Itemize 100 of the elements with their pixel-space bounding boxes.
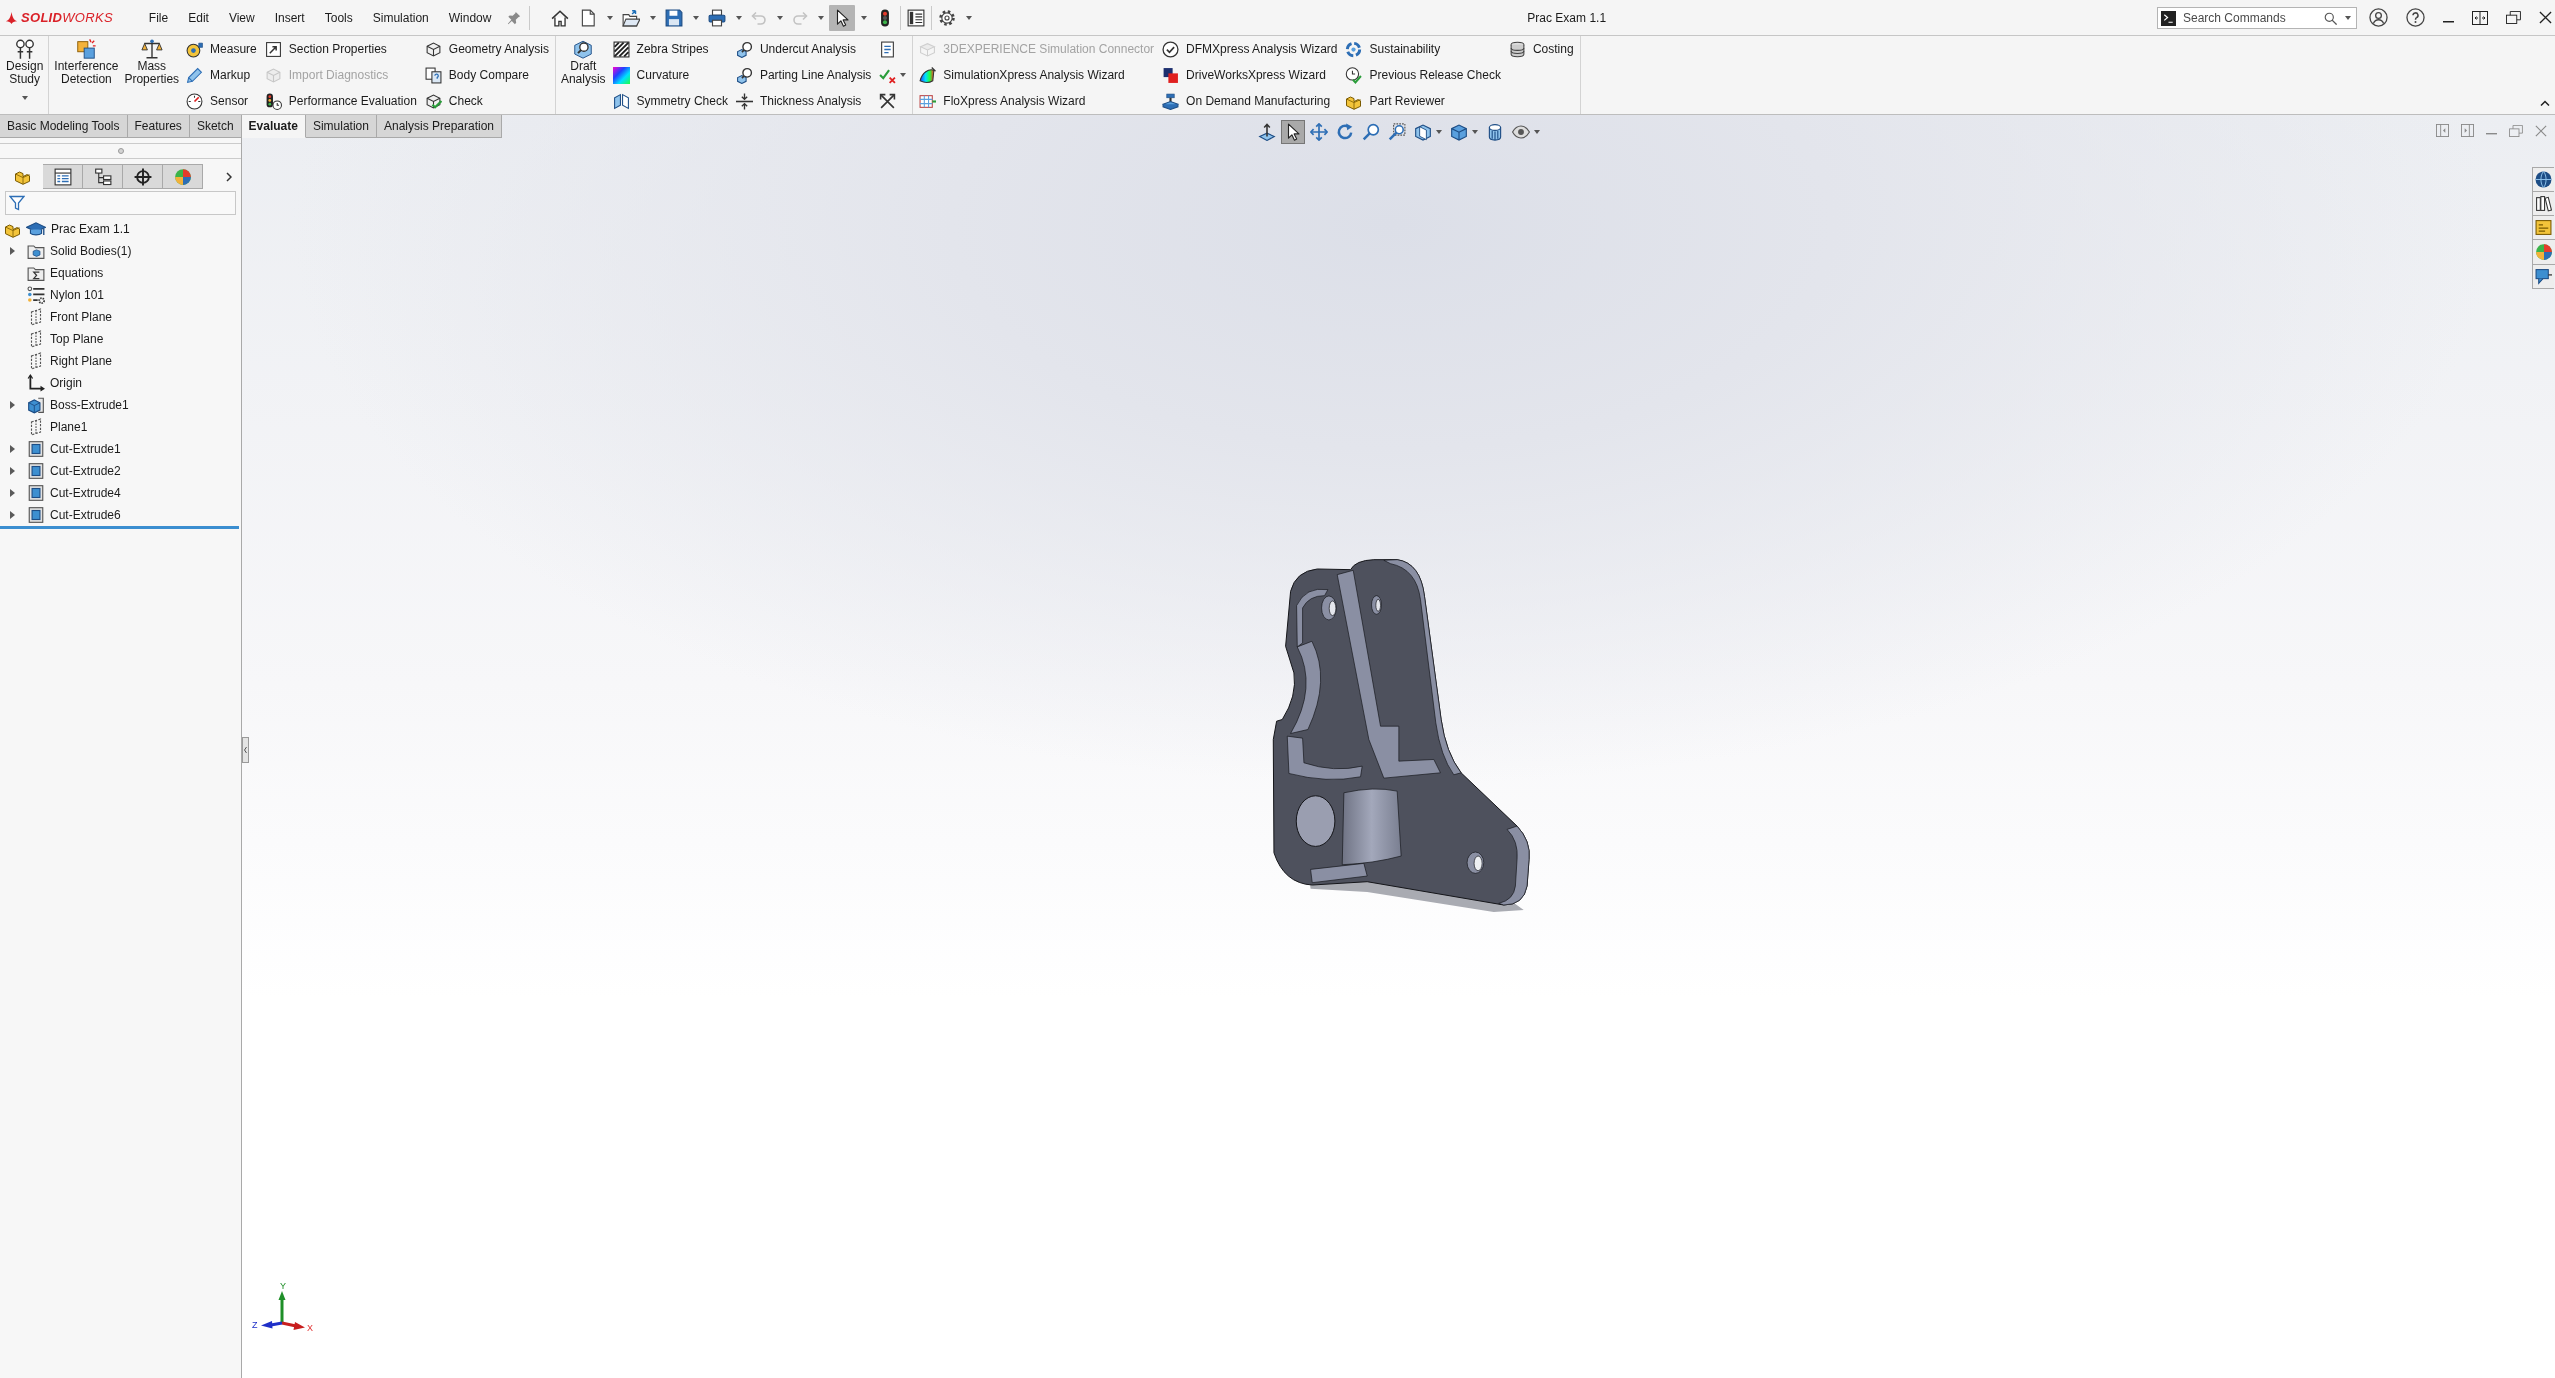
command-button[interactable]: Undercut Analysis bbox=[735, 36, 872, 62]
caret-icon[interactable] bbox=[861, 15, 868, 20]
expand-arrow-icon[interactable] bbox=[10, 445, 15, 453]
caret-icon[interactable] bbox=[966, 15, 973, 20]
pan-arrows-icon[interactable] bbox=[1309, 123, 1328, 141]
speech-bubble-icon[interactable] bbox=[2532, 264, 2554, 289]
new-document-icon[interactable] bbox=[579, 8, 598, 27]
command-button[interactable]: Thickness Analysis bbox=[735, 88, 872, 114]
ribbon-tab[interactable]: Evaluate bbox=[241, 115, 306, 138]
command-button[interactable]: Mass Properties bbox=[121, 36, 183, 86]
ribbon-tab[interactable]: Features bbox=[127, 115, 190, 138]
command-button[interactable]: Previous Release Check bbox=[1345, 62, 1501, 88]
menu-item[interactable]: Window bbox=[448, 10, 492, 25]
pin-icon[interactable] bbox=[507, 10, 522, 25]
panel-tab[interactable] bbox=[43, 164, 83, 189]
folder-list-icon[interactable] bbox=[2532, 215, 2554, 240]
command-button[interactable]: Draft Analysis bbox=[557, 36, 609, 86]
tree-item[interactable]: Plane1 bbox=[0, 416, 88, 438]
magnifier-area-icon[interactable] bbox=[1387, 123, 1406, 141]
report-document-icon[interactable] bbox=[879, 40, 897, 58]
command-button[interactable]: On Demand Manufacturing bbox=[1162, 88, 1338, 114]
cursor-icon[interactable] bbox=[829, 4, 856, 31]
menu-item[interactable]: Tools bbox=[324, 10, 353, 25]
filter-field[interactable] bbox=[5, 191, 236, 215]
expand-arrow-icon[interactable] bbox=[10, 401, 15, 409]
grip-dot-icon[interactable] bbox=[117, 148, 124, 154]
arrow-plane-icon[interactable] bbox=[1257, 123, 1276, 141]
tree-item[interactable]: Front Plane bbox=[0, 306, 113, 328]
restore-icon[interactable] bbox=[2506, 11, 2521, 24]
search-icon[interactable] bbox=[2324, 11, 2337, 25]
minimize-icon[interactable] bbox=[2443, 20, 2454, 23]
command-button[interactable]: Costing bbox=[1508, 36, 1574, 62]
tree-item[interactable]: Top Plane bbox=[0, 328, 104, 350]
command-button[interactable]: Parting Line Analysis bbox=[735, 62, 872, 88]
expand-arrow-icon[interactable] bbox=[10, 511, 15, 519]
caret-icon[interactable] bbox=[693, 15, 700, 20]
caret-icon[interactable] bbox=[650, 15, 657, 20]
command-button[interactable]: Zebra Stripes bbox=[612, 36, 728, 62]
cursor-icon[interactable] bbox=[1280, 120, 1305, 144]
eye-icon[interactable] bbox=[1511, 123, 1530, 141]
expand-arrow-icon[interactable] bbox=[10, 247, 15, 255]
open-folder-icon[interactable] bbox=[622, 8, 641, 27]
command-button[interactable]: SimulationXpress Analysis Wizard bbox=[919, 62, 1155, 88]
expand-arrow-icon[interactable] bbox=[10, 489, 15, 497]
globe-icon[interactable] bbox=[2532, 167, 2554, 192]
account-icon[interactable] bbox=[2369, 8, 2388, 27]
search-field[interactable]: Search Commands bbox=[2157, 6, 2357, 29]
menu-item[interactable]: Simulation bbox=[372, 10, 429, 25]
tree-item[interactable]: Nylon 101 bbox=[0, 284, 105, 306]
caret-icon[interactable] bbox=[1435, 130, 1442, 134]
settings-icon[interactable] bbox=[938, 8, 957, 27]
command-button[interactable]: Curvature bbox=[612, 62, 728, 88]
command-button[interactable]: DriveWorksXpress Wizard bbox=[1162, 62, 1338, 88]
tree-item[interactable]: Cut-Extrude6 bbox=[0, 504, 121, 526]
command-button[interactable]: Measure bbox=[186, 36, 257, 62]
tree-item[interactable]: Solid Bodies(1) bbox=[0, 240, 132, 262]
rotate-icon[interactable] bbox=[1335, 123, 1354, 141]
ribbon-tab[interactable]: Analysis Preparation bbox=[376, 115, 502, 138]
panel-layout-icon[interactable] bbox=[907, 8, 926, 27]
menu-item[interactable]: File bbox=[148, 10, 169, 25]
caret-icon[interactable] bbox=[21, 96, 28, 100]
command-button[interactable]: Body Compare bbox=[424, 62, 549, 88]
expand-arrow-icon[interactable] bbox=[10, 467, 15, 475]
command-button[interactable]: Check bbox=[424, 88, 549, 114]
command-button[interactable]: Geometry Analysis bbox=[424, 36, 549, 62]
command-button[interactable]: Symmetry Check bbox=[612, 88, 728, 114]
command-button[interactable]: Part Reviewer bbox=[1345, 88, 1501, 114]
printer-icon[interactable] bbox=[708, 8, 727, 27]
tile-right-icon[interactable] bbox=[2461, 124, 2474, 137]
command-button[interactable]: Performance Evaluation bbox=[264, 88, 417, 114]
menu-item[interactable]: Insert bbox=[274, 10, 305, 25]
command-button[interactable]: DFMXpress Analysis Wizard bbox=[1162, 36, 1338, 62]
ribbon-tab[interactable]: Basic Modeling Tools bbox=[0, 115, 128, 138]
panel-tab[interactable] bbox=[83, 164, 123, 189]
crossed-arrows-icon[interactable] bbox=[879, 92, 897, 110]
menu-item[interactable]: Edit bbox=[188, 10, 209, 25]
chevron-right-icon[interactable] bbox=[226, 171, 232, 182]
magnifier-icon[interactable] bbox=[1361, 123, 1380, 141]
close-icon[interactable] bbox=[2539, 11, 2552, 24]
tile-windows-icon[interactable] bbox=[2472, 10, 2488, 25]
tree-root-item[interactable]: Prac Exam 1.1 bbox=[0, 218, 130, 240]
ribbon-tab[interactable]: Simulation bbox=[305, 115, 377, 138]
ribbon-tab[interactable]: Sketch bbox=[189, 115, 242, 138]
caret-icon[interactable] bbox=[900, 73, 907, 77]
tree-item[interactable]: Boss-Extrude1 bbox=[0, 394, 129, 416]
tree-item[interactable]: Equations bbox=[0, 262, 104, 284]
panel-tab[interactable] bbox=[123, 164, 163, 189]
help-icon[interactable] bbox=[2406, 8, 2425, 27]
command-button[interactable]: Sustainability bbox=[1345, 36, 1501, 62]
caret-icon[interactable] bbox=[1533, 130, 1540, 134]
caret-icon[interactable] bbox=[607, 15, 614, 20]
menu-item[interactable]: View bbox=[228, 10, 255, 25]
cube-icon[interactable] bbox=[1449, 123, 1468, 141]
tree-item[interactable]: Cut-Extrude2 bbox=[0, 460, 121, 482]
command-button[interactable]: Sensor bbox=[186, 88, 257, 114]
books-icon[interactable] bbox=[2532, 191, 2554, 216]
tree-item[interactable]: Cut-Extrude1 bbox=[0, 438, 121, 460]
tile-left-icon[interactable] bbox=[2436, 124, 2449, 137]
section-cube-icon[interactable] bbox=[1413, 123, 1432, 141]
command-button[interactable]: Markup bbox=[186, 62, 257, 88]
